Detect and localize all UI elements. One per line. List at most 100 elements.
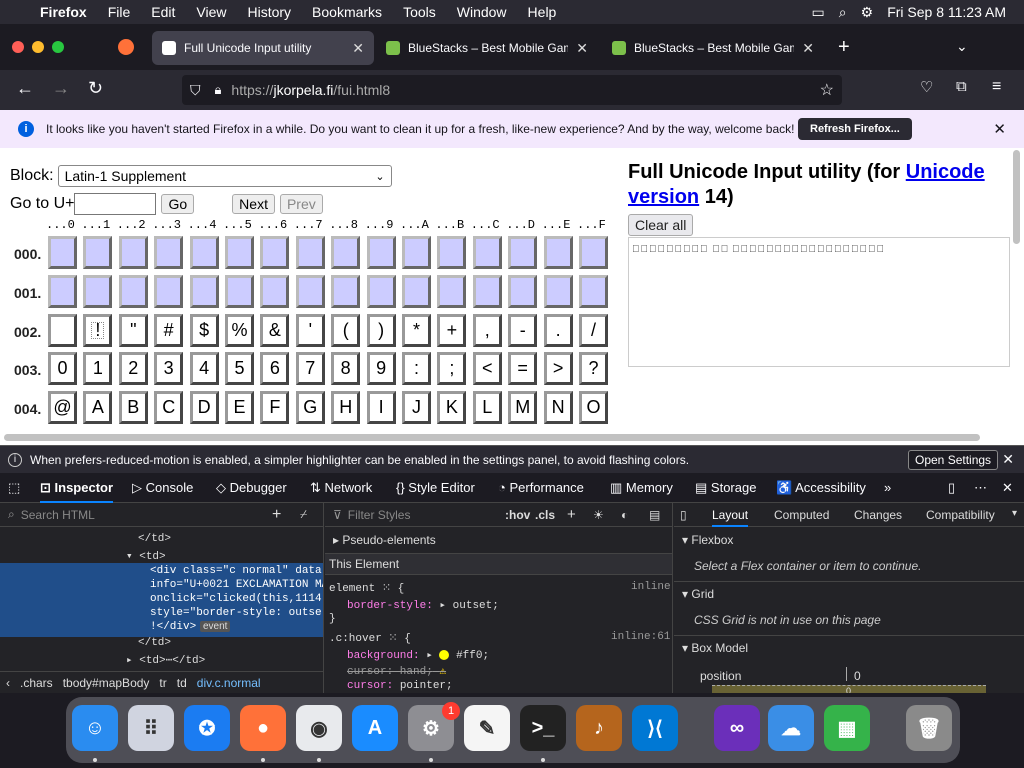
codepoint-input[interactable]	[74, 193, 157, 215]
character-cell[interactable]: ;	[437, 352, 467, 386]
character-cell[interactable]: F	[260, 391, 290, 425]
character-cell[interactable]: 0	[48, 352, 77, 386]
light-scheme-icon[interactable]: ☀	[593, 508, 604, 522]
close-devtools-icon[interactable]: ✕	[1002, 480, 1013, 496]
search-html-input[interactable]: Search HTML	[21, 508, 95, 522]
tab-full-unicode[interactable]: Full Unicode Input utility ✕	[152, 31, 374, 65]
prev-button[interactable]: Prev	[279, 194, 323, 214]
character-cell[interactable]: #	[154, 313, 184, 347]
add-node-plus-icon[interactable]: +	[272, 506, 281, 524]
window-zoom-button[interactable]	[52, 41, 64, 53]
element-picker-icon[interactable]: ⬚	[8, 480, 20, 496]
character-cell[interactable]: '	[295, 313, 325, 347]
close-tab-icon[interactable]: ✕	[576, 40, 588, 57]
menubar-clock[interactable]: Fri Sep 8 11:23 AM	[887, 4, 1006, 20]
character-cell[interactable]: 5	[225, 352, 254, 386]
more-options-icon[interactable]: ⋯	[974, 480, 987, 496]
rule-declaration[interactable]: border-style: ▸ outset;	[347, 598, 499, 612]
character-cell[interactable]	[579, 274, 608, 308]
tab-changes[interactable]: Changes	[854, 508, 902, 522]
breadcrumb-item[interactable]: td	[177, 676, 187, 690]
dock-app-store-icon[interactable]: A	[352, 705, 398, 751]
add-rule-plus-icon[interactable]: +	[567, 506, 576, 523]
character-cell[interactable]	[437, 274, 467, 308]
character-cell[interactable]	[402, 236, 431, 269]
character-cell[interactable]: (	[331, 313, 361, 347]
screen-mirror-icon[interactable]: ▭	[812, 4, 825, 21]
html-line[interactable]: </td>	[138, 637, 171, 649]
character-cell[interactable]	[366, 236, 396, 269]
tracking-shield-icon[interactable]: ⛉	[190, 82, 201, 99]
character-cell[interactable]: J	[402, 391, 431, 425]
lock-icon[interactable]: 🔒︎	[215, 82, 222, 98]
rule-source[interactable]: inline	[631, 581, 671, 593]
tab-style-editor[interactable]: {} Style Editor	[396, 480, 475, 495]
position-value[interactable]: 0	[854, 669, 861, 683]
character-cell[interactable]: 6	[260, 352, 290, 386]
forward-arrow-icon[interactable]: →	[52, 78, 70, 99]
character-cell[interactable]	[295, 236, 325, 269]
character-cell[interactable]: 8	[331, 352, 361, 386]
character-cell[interactable]	[48, 274, 77, 308]
character-cell[interactable]: B	[118, 391, 148, 425]
character-cell[interactable]	[260, 274, 290, 308]
breadcrumb-back-icon[interactable]: ‹	[6, 676, 10, 690]
dock-launchpad-icon[interactable]: ⠿	[128, 705, 174, 751]
character-cell[interactable]: H	[331, 391, 361, 425]
tab-bluestacks-2[interactable]: BlueStacks – Best Mobile Gaming ✕	[602, 31, 824, 65]
character-cell[interactable]: 1	[83, 352, 113, 386]
character-cell[interactable]: 2	[118, 352, 148, 386]
horizontal-scrollbar[interactable]	[4, 434, 980, 441]
character-cell[interactable]: A	[83, 391, 113, 425]
filter-styles-input[interactable]: Filter Styles	[348, 508, 411, 522]
grid-section-toggle[interactable]: ▾ Grid	[682, 587, 714, 601]
character-cell[interactable]: O	[579, 391, 608, 425]
character-cell[interactable]: L	[472, 391, 502, 425]
character-cell[interactable]	[543, 274, 573, 308]
rule-declaration[interactable]: background: ▸ #ff0;	[347, 648, 489, 662]
menu-app-name[interactable]: Firefox	[40, 4, 87, 20]
character-cell[interactable]: 3	[154, 352, 184, 386]
dock-firefox-icon[interactable]: ●	[240, 705, 286, 751]
vertical-scrollbar[interactable]	[1013, 150, 1020, 244]
character-cell[interactable]: >	[543, 352, 573, 386]
bookmark-star-icon[interactable]: ☆	[820, 80, 834, 100]
tab-accessibility[interactable]: ♿ Accessibility	[776, 480, 866, 496]
character-cell[interactable]: "	[118, 313, 148, 347]
character-cell[interactable]: :	[402, 352, 431, 386]
refresh-firefox-button[interactable]: Refresh Firefox...	[798, 118, 912, 140]
close-icon[interactable]: ✕	[993, 120, 1006, 138]
character-cell[interactable]	[118, 274, 148, 308]
menu-bookmarks[interactable]: Bookmarks	[312, 4, 382, 20]
breadcrumb-item[interactable]: tr	[159, 676, 166, 690]
sidebar-toggle-icon[interactable]: ▯	[680, 508, 687, 522]
character-cell[interactable]	[260, 236, 290, 269]
character-cell[interactable]: )	[366, 313, 396, 347]
character-cell[interactable]	[472, 236, 502, 269]
tab-network[interactable]: ⇅ Network	[310, 480, 372, 496]
character-cell[interactable]	[402, 274, 431, 308]
window-close-button[interactable]	[12, 41, 24, 53]
pocket-icon[interactable]: ♡	[920, 78, 933, 96]
menu-view[interactable]: View	[196, 4, 226, 20]
dock-side-icon[interactable]: ▯	[948, 480, 955, 496]
rule-source[interactable]: inline:61	[611, 631, 670, 643]
clear-all-button[interactable]: Clear all	[628, 214, 694, 236]
menu-history[interactable]: History	[247, 4, 291, 20]
open-settings-button[interactable]: Open Settings	[908, 450, 999, 470]
output-textarea[interactable]:   	[628, 237, 1010, 367]
html-line[interactable]: onclick="clicked(this,1114	[150, 593, 322, 605]
character-cell[interactable]	[366, 274, 396, 308]
chevron-down-icon[interactable]: ▾	[1012, 508, 1017, 519]
character-cell[interactable]: I	[366, 391, 396, 425]
character-cell[interactable]: G	[295, 391, 325, 425]
reload-icon[interactable]: ↻	[88, 78, 103, 99]
character-cell[interactable]: $	[189, 313, 219, 347]
rule-declaration[interactable]: cursor: pointer;	[347, 680, 453, 692]
rule-selector[interactable]: .c:hover ⁙ {	[329, 631, 411, 645]
eyedropper-icon[interactable]: ⌿	[300, 507, 307, 522]
pseudo-elements-toggle[interactable]: ▸ Pseudo-elements	[333, 533, 436, 547]
character-cell[interactable]	[472, 274, 502, 308]
dock-finder-icon[interactable]: ☺	[72, 705, 118, 751]
dock-textedit-icon[interactable]: ✎	[464, 705, 510, 751]
